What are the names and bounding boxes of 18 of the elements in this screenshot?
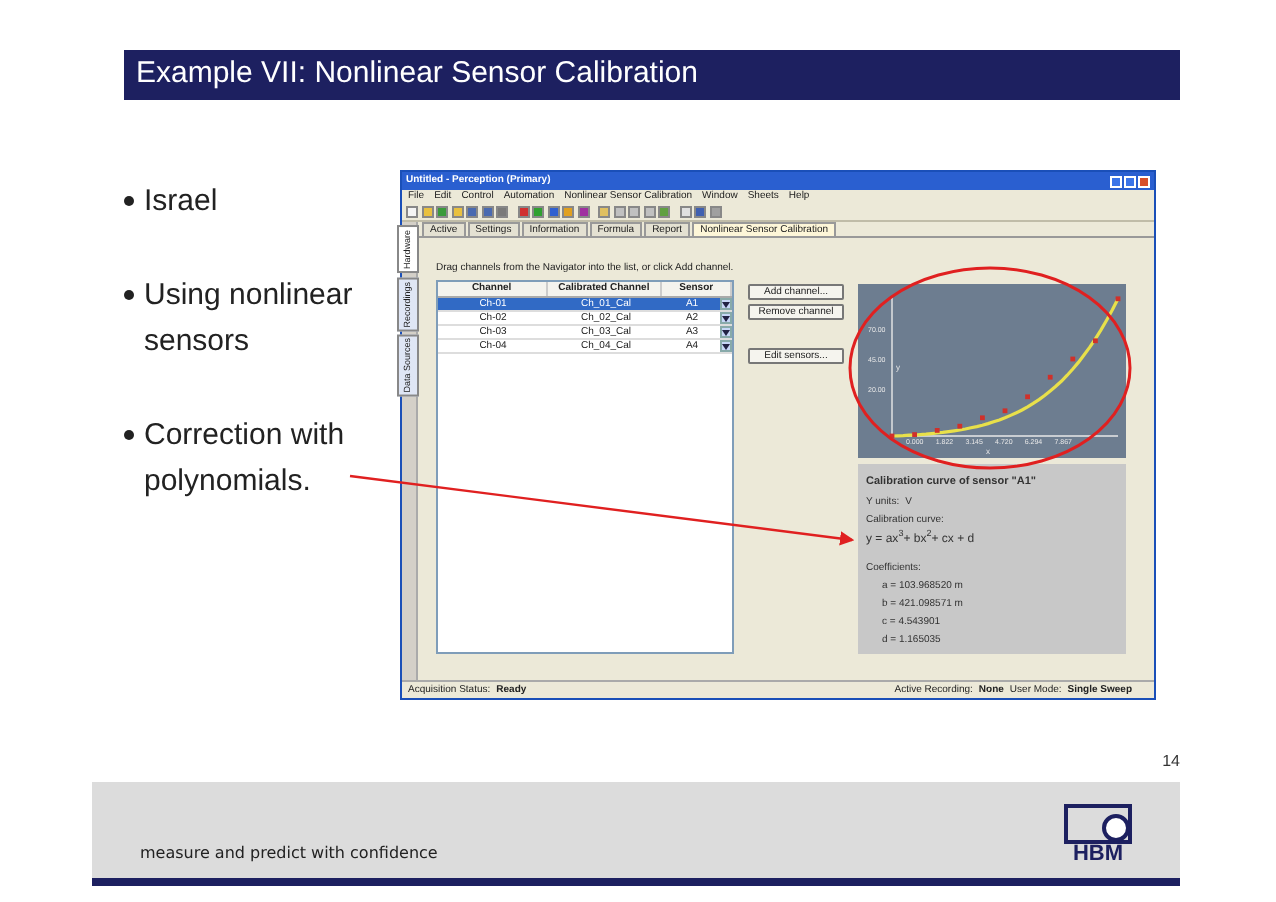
- dropdown-icon[interactable]: [720, 326, 732, 338]
- bullet-text: Correction with polynomials.: [144, 416, 347, 502]
- dropdown-icon[interactable]: [720, 312, 732, 324]
- page-number: 14: [1162, 750, 1180, 774]
- footer-tagline: measure and predict with confidence: [140, 842, 438, 866]
- dropdown-icon[interactable]: [720, 298, 732, 310]
- bullet-text: Using nonlinear sensors: [144, 276, 355, 362]
- minimize-icon[interactable]: [1110, 175, 1122, 187]
- close-icon[interactable]: [1138, 175, 1150, 187]
- bullet-icon: [124, 430, 134, 440]
- bullet-text: Israel: [144, 182, 220, 222]
- logo-text: HBM: [1072, 844, 1124, 866]
- maximize-icon[interactable]: [1124, 175, 1136, 187]
- logo-icon: [1064, 804, 1132, 844]
- bullet-icon: [124, 290, 134, 300]
- slide-title: Example VII: Nonlinear Sensor Calibration: [136, 54, 698, 95]
- bullet-icon: [124, 196, 134, 206]
- dropdown-icon[interactable]: [720, 340, 732, 352]
